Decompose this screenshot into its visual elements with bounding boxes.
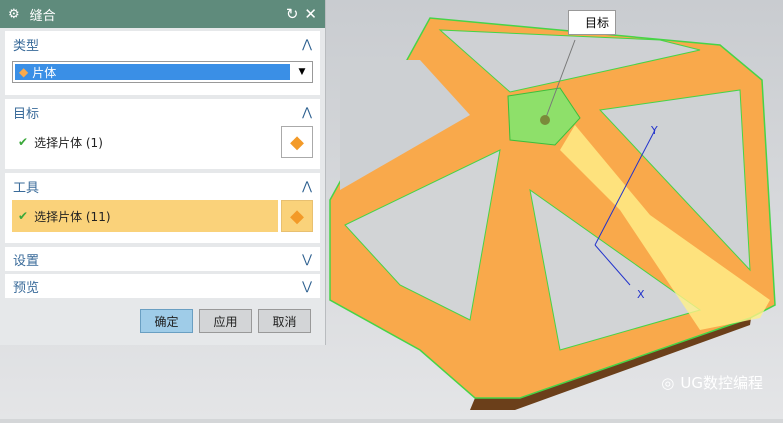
chevron-up-icon[interactable]: ⋀ [302,37,312,51]
wechat-icon: ◎ [661,373,675,392]
target-select-row[interactable]: ✔ 选择片体 (1) ◆ [12,125,313,159]
target-tag: 目标 [568,10,617,35]
section-label: 工具 [13,180,40,196]
select-label: 选择片体 (1) [34,135,103,150]
select-label: 选择片体 (11) [34,209,111,224]
type-dropdown[interactable]: ◆ 片体 ▼ [12,61,313,83]
ok-button[interactable]: 确定 [140,309,193,333]
type-section-header[interactable]: 类型 ⋀ [5,31,320,57]
chevron-up-icon[interactable]: ⋀ [302,105,312,119]
axis-y-label: Y [651,124,658,137]
target-section: 目标 ⋀ ✔ 选择片体 (1) ◆ [5,99,320,169]
chevron-down-icon[interactable]: ⋁ [302,252,312,266]
preview-section[interactable]: 预览 ⋁ [5,274,320,298]
select-sheet-button[interactable]: ◆ [281,200,313,232]
select-sheet-button[interactable]: ◆ [281,126,313,158]
sheet-body-icon: ◆ [290,205,304,227]
section-label: 设置 [13,253,40,269]
type-selected: 片体 [32,65,57,80]
gear-icon[interactable]: ⚙ [8,7,20,22]
apply-button[interactable]: 应用 [199,309,252,333]
cancel-button[interactable]: 取消 [258,309,311,333]
check-icon: ✔ [18,135,29,149]
section-label: 预览 [13,280,40,296]
chevron-up-icon[interactable]: ⋀ [302,179,312,193]
close-icon[interactable]: ✕ [304,5,317,23]
tool-select-row[interactable]: ✔ 选择片体 (11) ◆ [12,199,313,233]
type-section: 类型 ⋀ ◆ 片体 ▼ [5,31,320,95]
dialog-titlebar: ⚙ 缝合 ↻ ✕ [0,0,325,28]
chevron-down-icon[interactable]: ⋁ [302,279,312,293]
tool-section: 工具 ⋀ ✔ 选择片体 (11) ◆ [5,173,320,243]
dialog-title: 缝合 [29,8,56,24]
section-label: 目标 [13,106,40,122]
sew-dialog: ⚙ 缝合 ↻ ✕ 类型 ⋀ ◆ 片体 ▼ 目标 ⋀ ✔ 选择片体 (1) ◆ 工具 ⋀ ✔… [0,0,326,345]
section-label: 类型 [13,38,40,54]
check-icon: ✔ [18,209,29,223]
sheet-body-icon: ◆ [290,131,304,153]
watermark: ◎ UG数控编程 [661,372,763,393]
settings-section[interactable]: 设置 ⋁ [5,247,320,271]
dropdown-arrow-icon[interactable]: ▼ [292,62,312,82]
sheet-body-icon: ◆ [19,65,29,79]
reset-icon[interactable]: ↻ [286,5,299,23]
axis-x-label: X [637,288,645,301]
watermark-text: UG数控编程 [680,374,763,392]
tool-section-header[interactable]: 工具 ⋀ [5,173,320,199]
target-section-header[interactable]: 目标 ⋀ [5,99,320,125]
